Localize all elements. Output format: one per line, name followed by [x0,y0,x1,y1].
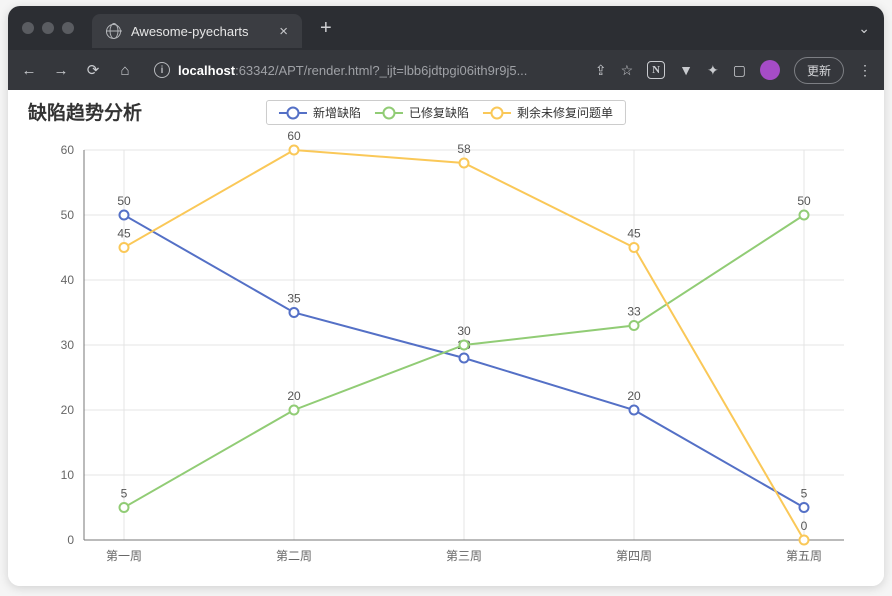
chart-svg: 0102030405060第一周第二周第三周第四周第五周503528205520… [24,130,868,580]
data-point[interactable] [800,536,809,545]
data-label: 45 [117,227,131,241]
chart-legend: 新增缺陷 已修复缺陷 剩余未修复问题单 [266,100,626,125]
legend-item-1[interactable]: 已修复缺陷 [371,104,473,121]
data-label: 58 [457,142,471,156]
chart-area: 缺陷趋势分析 新增缺陷 已修复缺陷 剩余未修复问题单 0102030405060… [8,90,884,586]
data-label: 0 [801,519,808,533]
profile-avatar[interactable] [760,60,780,80]
data-point[interactable] [460,159,469,168]
data-label: 60 [287,130,301,143]
tab-title: Awesome-pyecharts [131,24,249,39]
url-host: localhost [178,63,235,78]
y-tick-label: 40 [61,273,75,287]
address-bar[interactable]: i localhost:63342/APT/render.html?_ijt=l… [148,62,578,78]
site-info-icon[interactable]: i [154,62,170,78]
data-label: 45 [627,227,641,241]
data-point[interactable] [460,341,469,350]
share-icon[interactable]: ⇪ [595,62,607,79]
y-tick-label: 30 [61,338,75,352]
data-point[interactable] [120,243,129,252]
chart-title: 缺陷趋势分析 [28,98,142,125]
extension-v-icon[interactable]: ▼ [679,62,693,78]
data-label: 30 [457,324,471,338]
x-tick-label: 第四周 [616,549,652,563]
legend-item-0[interactable]: 新增缺陷 [275,104,365,121]
data-point[interactable] [460,354,469,363]
data-label: 5 [121,487,128,501]
extensions-puzzle-icon[interactable]: ✦ [707,62,719,79]
back-icon[interactable]: ← [20,62,38,79]
data-label: 33 [627,305,641,319]
globe-icon [106,24,121,39]
data-label: 50 [797,194,811,208]
y-tick-label: 60 [61,143,75,157]
home-icon[interactable]: ⌂ [116,62,134,79]
legend-label: 已修复缺陷 [409,104,469,121]
panel-icon[interactable]: ▢ [733,62,746,79]
x-tick-label: 第一周 [106,549,142,563]
data-label: 35 [287,292,301,306]
update-label: 更新 [807,62,831,79]
data-point[interactable] [290,308,299,317]
url-path: :63342/APT/render.html?_ijt=lbb6jdtpgi06… [235,63,527,78]
data-point[interactable] [120,211,129,220]
data-label: 20 [627,389,641,403]
data-label: 20 [287,389,301,403]
menu-kebab-icon[interactable]: ⋮ [858,62,872,79]
x-tick-label: 第三周 [446,549,482,563]
legend-marker-icon [375,107,403,119]
window-controls [22,22,74,34]
browser-tab[interactable]: Awesome-pyecharts × [92,14,302,48]
tab-close-icon[interactable]: × [279,24,288,39]
y-tick-label: 0 [67,533,74,547]
legend-marker-icon [279,107,307,119]
legend-label: 新增缺陷 [313,104,361,121]
new-tab-button[interactable]: + [310,17,342,40]
tab-overflow-icon[interactable]: ⌄ [858,20,870,37]
y-tick-label: 50 [61,208,75,222]
forward-icon[interactable]: → [52,62,70,79]
data-point[interactable] [290,406,299,415]
legend-item-2[interactable]: 剩余未修复问题单 [479,104,617,121]
update-button[interactable]: 更新 [794,57,844,84]
data-point[interactable] [800,211,809,220]
data-point[interactable] [120,503,129,512]
data-point[interactable] [290,146,299,155]
x-tick-label: 第二周 [276,549,312,563]
toolbar-right: ⇪ ☆ N ▼ ✦ ▢ 更新 ⋮ [595,57,872,84]
data-label: 50 [117,194,131,208]
traffic-light-zoom[interactable] [62,22,74,34]
notion-extension-icon[interactable]: N [647,61,665,79]
data-label: 5 [801,487,808,501]
reload-icon[interactable]: ⟳ [84,61,102,79]
legend-label: 剩余未修复问题单 [517,104,613,121]
data-point[interactable] [630,243,639,252]
y-tick-label: 20 [61,403,75,417]
traffic-light-minimize[interactable] [42,22,54,34]
browser-window: Awesome-pyecharts × + ⌄ ← → ⟳ ⌂ i localh… [8,6,884,586]
tab-strip: Awesome-pyecharts × + ⌄ [8,6,884,50]
data-point[interactable] [630,406,639,415]
y-tick-label: 10 [61,468,75,482]
x-tick-label: 第五周 [786,549,822,563]
traffic-light-close[interactable] [22,22,34,34]
data-point[interactable] [630,321,639,330]
browser-toolbar: ← → ⟳ ⌂ i localhost:63342/APT/render.htm… [8,50,884,90]
legend-marker-icon [483,107,511,119]
bookmark-star-icon[interactable]: ☆ [621,62,634,79]
data-point[interactable] [800,503,809,512]
